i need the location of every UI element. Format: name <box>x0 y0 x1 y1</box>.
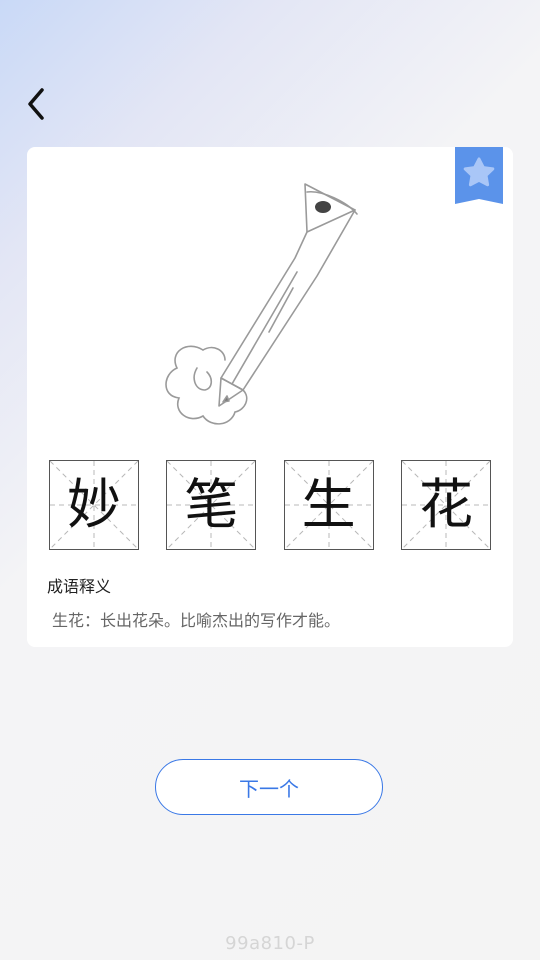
idiom-characters: 妙 笔 生 花 <box>49 460 491 550</box>
back-button[interactable] <box>18 84 54 124</box>
pencil-flower-illustration <box>165 183 358 425</box>
watermark: 99a810-P <box>225 933 315 954</box>
idiom-char: 妙 <box>67 473 121 536</box>
next-button[interactable]: 下一个 <box>155 759 383 815</box>
idiom-char: 生 <box>301 473 356 536</box>
meaning-text: 生花：长出花朵。比喻杰出的写作才能。 <box>52 611 341 630</box>
idiom-char-box: 笔 <box>166 460 257 550</box>
idiom-char-box: 花 <box>400 460 491 550</box>
idiom-char: 笔 <box>184 473 239 536</box>
chevron-left-icon <box>28 88 44 120</box>
idiom-char-box: 妙 <box>49 460 139 550</box>
favorite-button[interactable] <box>455 147 503 204</box>
idiom-char: 花 <box>418 473 473 536</box>
idiom-char-box: 生 <box>283 460 374 550</box>
meaning-title: 成语释义 <box>47 577 112 596</box>
star-bookmark-icon <box>455 147 503 204</box>
idiom-card: 妙 笔 生 花 成语释义 生花：长出花朵。比喻杰出的写作才能。 <box>27 147 513 647</box>
